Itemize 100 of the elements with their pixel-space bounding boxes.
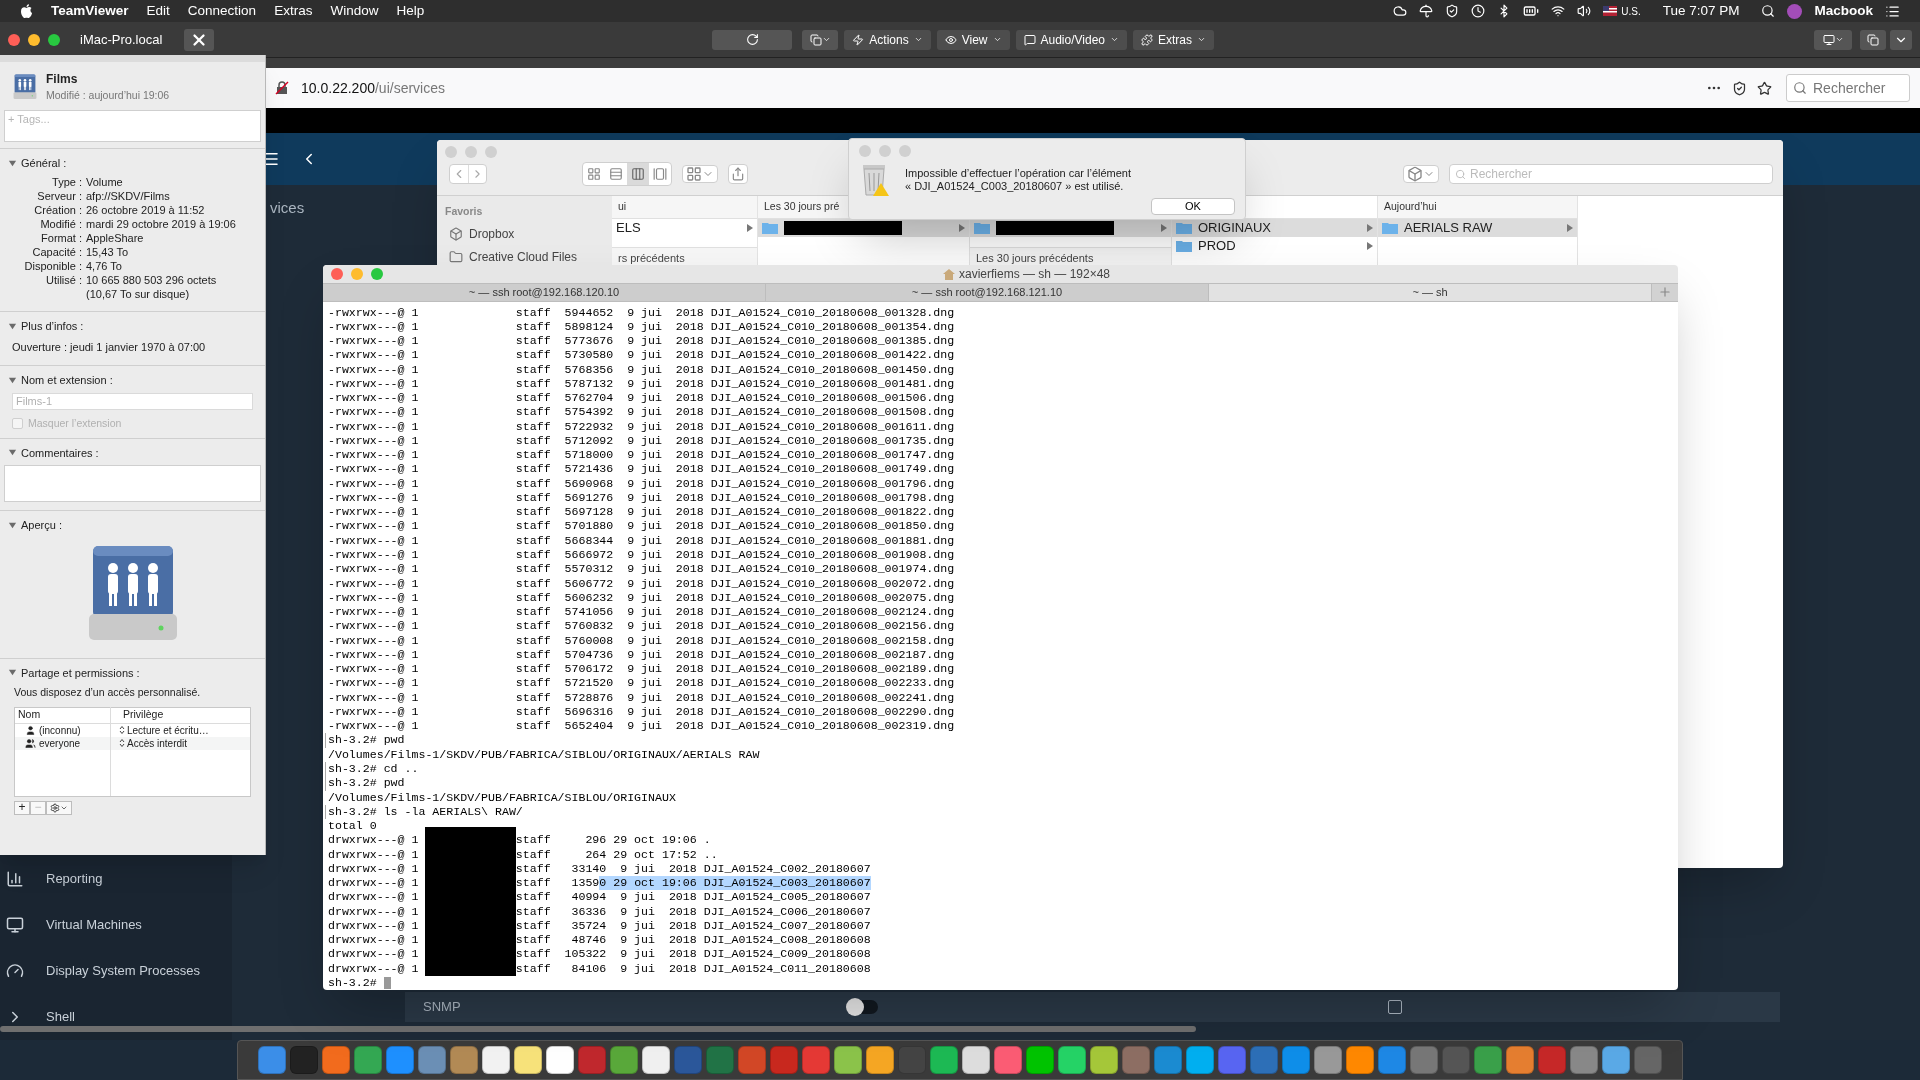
folder-row[interactable]: ELS <box>612 219 757 237</box>
output-line: staff 105322 9 jui 2018 DJI_A01524_C009_20180608 <box>515 947 871 962</box>
folder-name: AERIALS RAW <box>1404 219 1493 238</box>
command-line: sh-3.2# pwd <box>325 776 405 791</box>
privilege-value[interactable]: Accès interdit <box>127 735 188 751</box>
output-line: -rwxrwx---@ 1 staff 5691276 9 jui 2018 DJI_A01524_C010_20180608_001798.dng <box>328 490 955 506</box>
app-menu[interactable]: TeamViewer <box>51 0 129 22</box>
output-line: -rwxrwx---@ 1 staff 5721436 9 jui 2018 DJI_A01524_C010_20180608_001749.dng <box>328 462 955 477</box>
folder-row[interactable]: AERIALS RAW <box>1378 219 1577 237</box>
column-header[interactable]: Nom <box>15 707 111 724</box>
selected-text: 0 29 oct 19:06 DJI_A01524_C003_20180607 <box>599 876 871 891</box>
output-line: -rwxrwx---@ 1 staff 5762704 9 jui 2018 DJI_A01524_C010_20180608_001506.dng <box>328 391 955 406</box>
nav-item[interactable]: Reporting <box>0 856 232 902</box>
command-line: sh-3.2# pwd <box>325 733 405 748</box>
toolbar-menu-button[interactable]: View <box>936 29 1010 50</box>
folder-row[interactable]: PROD <box>1172 237 1377 255</box>
nav-item[interactable]: Shell <box>0 994 232 1040</box>
output-line: -rwxrwx---@ 1 staff 5718000 9 jui 2018 DJI_A01524_C010_20180608_001747.dng <box>328 448 955 463</box>
output-line: -rwxrwx---@ 1 staff 5787132 9 jui 2018 DJI_A01524_C010_20180608_001481.dng <box>328 376 955 392</box>
folder-name: ELS <box>616 219 641 238</box>
nav-item[interactable]: Display System Processes <box>0 948 232 994</box>
output-line: -rwxrwx---@ 1 staff 5701880 9 jui 2018 DJI_A01524_C010_20180608_001850.dng <box>328 519 955 534</box>
menu-item[interactable]: Connection <box>187 0 257 22</box>
column-header: ui <box>612 196 757 219</box>
privilege-value[interactable]: Lecture et écritu… <box>127 722 209 738</box>
output-line: -rwxrwx---@ 1 staff 5768356 9 jui 2018 DJI_A01524_C010_20180608_001450.dng <box>328 362 955 377</box>
toolbar-menu-button[interactable]: Extras <box>1133 29 1215 50</box>
add-button[interactable]: + <box>14 800 30 815</box>
output-line: -rwxrwx---@ 1 staff 5944652 9 jui 2018 DJI_A01524_C010_20180608_001328.dng <box>328 305 955 320</box>
property-label: Serveur : <box>36 189 82 204</box>
session-tab[interactable]: iMac-Pro.local <box>80 29 163 50</box>
output-line: drwxrwx---@ 1 <box>328 933 419 948</box>
output-line: -rwxrwx---@ 1 staff 5697128 9 jui 2018 DJI_A01524_C010_20180608_001822.dng <box>328 505 955 520</box>
output-line: -rwxrwx---@ 1 staff 5668344 9 jui 2018 DJI_A01524_C010_20180608_001881.dng <box>328 533 955 548</box>
access-note: Vous disposez d’un accès personnalisé. <box>14 685 202 700</box>
property-value: 26 octobre 2019 à 11:52 <box>86 203 205 218</box>
menu-item[interactable]: Extras <box>274 0 313 22</box>
output-line: staff 48746 9 jui 2018 DJI_A01524_C008_20180608 <box>515 933 871 948</box>
property-label: Capacité : <box>31 245 82 260</box>
window-title: xavierfiems — sh — 192×48 <box>958 266 1111 283</box>
property-value: 10 665 880 503 296 octets <box>86 273 217 288</box>
property-value: mardi 29 octobre 2019 à 19:06 <box>86 217 236 232</box>
output-line: -rwxrwx---@ 1 staff 5706172 9 jui 2018 DJI_A01524_C010_20180608_002189.dng <box>328 662 955 677</box>
user-menu[interactable]: Macbook <box>1814 0 1873 22</box>
input-source[interactable]: U.S. <box>1621 3 1641 19</box>
menu-item[interactable]: Window <box>330 0 379 22</box>
output-line: staff 36336 9 jui 2018 DJI_A01524_C006_20180607 <box>515 904 871 919</box>
page-title: vices <box>270 198 305 218</box>
output-line: drwxrwx---@ 1 <box>328 904 419 919</box>
sidebar-item[interactable]: Creative Cloud Files <box>445 247 604 266</box>
output-line: drwxrwx---@ 1 <box>328 833 419 848</box>
group-header: Les 30 jours précédents <box>976 250 1094 266</box>
output-line: drwxrwx---@ 1 <box>328 861 419 877</box>
output-line: staff 296 29 oct 19:06 . <box>515 833 711 848</box>
output-line: -rwxrwx---@ 1 staff 5773676 9 jui 2018 DJI_A01524_C010_20180608_001385.dng <box>328 334 955 349</box>
column-header[interactable]: Privilège <box>111 707 176 724</box>
property-value: 15,43 To <box>86 245 128 260</box>
output-line: drwxrwx---@ 1 <box>328 890 419 905</box>
output-line: -rwxrwx---@ 1 staff 5728876 9 jui 2018 DJI_A01524_C010_20180608_002241.dng <box>328 690 955 705</box>
checkbox-label: Masquer l’extension <box>28 415 122 431</box>
sidebar-heading: Favoris <box>445 204 484 219</box>
output-line: -rwxrwx---@ 1 staff 5741056 9 jui 2018 DJI_A01524_C010_20180608_002124.dng <box>328 605 955 620</box>
output-line: -rwxrwx---@ 1 staff 5606232 9 jui 2018 DJI_A01524_C010_20180608_002075.dng <box>328 590 955 606</box>
sidebar-item[interactable]: Dropbox <box>445 224 604 243</box>
output-line: staff 264 29 oct 17:52 .. <box>515 847 718 862</box>
output-line: -rwxrwx---@ 1 staff 5704736 9 jui 2018 DJI_A01524_C010_20180608_002187.dng <box>328 647 955 663</box>
ok-button[interactable]: OK <box>1151 198 1235 215</box>
section-title: Partage et permissions : <box>21 665 140 681</box>
output-line: -rwxrwx---@ 1 staff 5898124 9 jui 2018 DJI_A01524_C010_20180608_001354.dng <box>328 319 955 335</box>
search-field[interactable]: Rechercher <box>1786 74 1910 102</box>
output-line: /Volumes/Films-1/SKDV/PUB/FABRICA/SIBLOU/ORIGINAUX <box>328 790 676 805</box>
output-line: -rwxrwx---@ 1 staff 5754392 9 jui 2018 DJI_A01524_C010_20180608_001508.dng <box>328 405 955 420</box>
terminal-tab[interactable]: ~ — sh <box>1209 284 1652 301</box>
output-line: -rwxrwx---@ 1 staff 5606772 9 jui 2018 DJI_A01524_C010_20180608_002072.dng <box>328 576 955 591</box>
output-line: -rwxrwx---@ 1 staff 5652404 9 jui 2018 DJI_A01524_C010_20180608_002319.dng <box>328 719 955 734</box>
terminal-tab[interactable]: ~ — ssh root@192.168.121.10 <box>766 284 1209 301</box>
output-line: -rwxrwx---@ 1 staff 5696316 9 jui 2018 DJI_A01524_C010_20180608_002290.dng <box>328 704 955 720</box>
output-line: total 0 <box>328 819 377 834</box>
output-line: staff 84106 9 jui 2018 DJI_A01524_C011_20180608 <box>515 961 871 976</box>
menu-item[interactable]: Edit <box>146 0 170 22</box>
nav-item[interactable]: Virtual Machines <box>0 902 232 948</box>
output-line: -rwxrwx---@ 1 staff 5690968 9 jui 2018 DJI_A01524_C010_20180608_001796.dng <box>328 476 955 491</box>
property-label: Type : <box>51 175 82 190</box>
output-line: staff 35724 9 jui 2018 DJI_A01524_C007_20180607 <box>515 918 871 934</box>
folder-row[interactable]: ORIGINAUX <box>1172 219 1377 237</box>
property-label: Modifié : <box>39 217 82 232</box>
section-title: Nom et extension : <box>21 373 113 389</box>
modified-date: Modifié : aujourd’hui 19:06 <box>46 88 170 103</box>
terminal-tab[interactable]: ~ — ssh root@192.168.120.10 <box>323 284 766 301</box>
output-line: drwxrwx---@ 1 <box>328 847 419 862</box>
command-line: sh-3.2# <box>328 976 377 990</box>
folder-name: ORIGINAUX <box>1198 219 1271 238</box>
toolbar-menu-button[interactable]: Actions <box>844 29 931 50</box>
toolbar-menu-button[interactable]: Audio/Video <box>1015 29 1127 50</box>
menu-item[interactable]: Help <box>396 0 425 22</box>
property-label: Disponible : <box>23 259 82 274</box>
menu-clock[interactable]: Tue 7:07 PM <box>1662 0 1740 22</box>
user-name: everyone <box>39 736 81 751</box>
url-field[interactable]: 10.0.22.200/ui/services <box>301 77 445 99</box>
output-line: drwxrwx---@ 1 <box>328 947 419 962</box>
